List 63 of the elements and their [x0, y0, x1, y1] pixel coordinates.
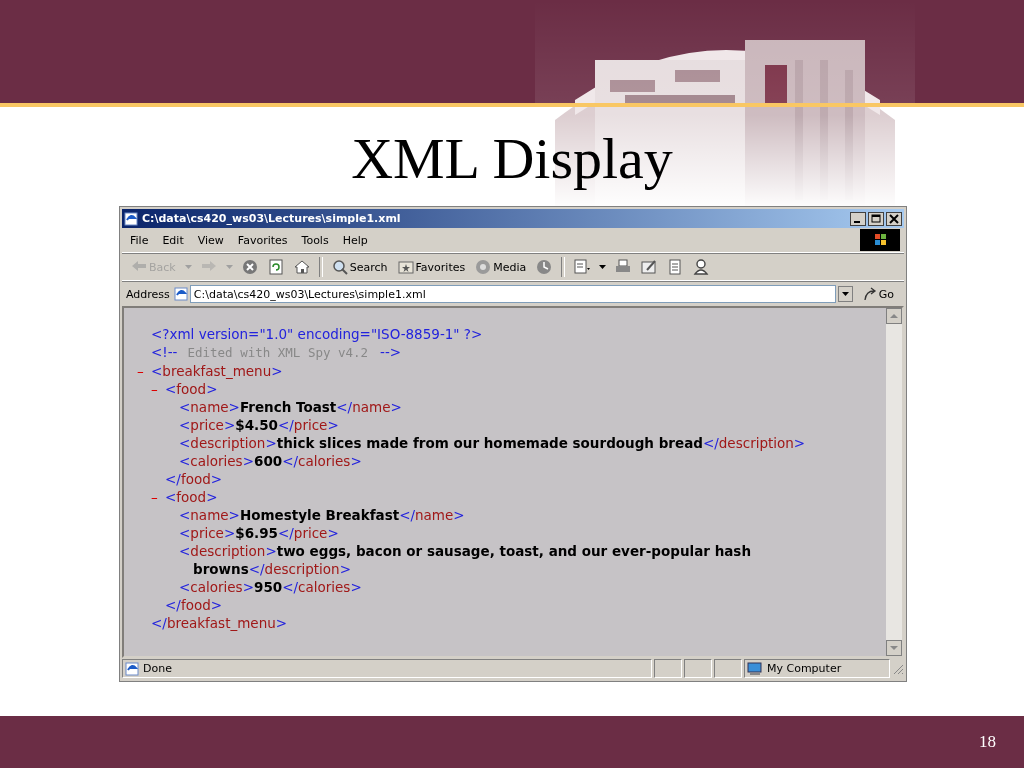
window-title: C:\data\cs420_ws03\Lectures\simple1.xml: [142, 212, 402, 225]
xml-element-line: <description>two eggs, bacon or sausage, toast, and our ever-popular hash browns</description>: [179, 543, 751, 577]
status-pane: [714, 659, 742, 678]
xml-element-line: <price>$4.50</price>: [179, 417, 339, 433]
xml-tag: <breakfast_menu>: [151, 363, 283, 379]
menu-item[interactable]: Tools: [293, 233, 335, 247]
star-folder-icon: [397, 259, 414, 275]
flag-logo-icon: [860, 229, 900, 251]
dropdown-button[interactable]: [837, 286, 853, 302]
go-arrow-icon: [862, 287, 877, 301]
menu-item[interactable]: Edit: [154, 233, 190, 247]
xml-tag: <food>: [165, 489, 218, 505]
menu-item[interactable]: View: [189, 233, 230, 247]
xml-comment: <!-- Edited with XML Spy v4.2 -->: [151, 344, 402, 360]
refresh-icon[interactable]: [267, 259, 284, 275]
status-pane: [654, 659, 682, 678]
xml-tag: </breakfast_menu>: [151, 615, 288, 631]
maximize-button[interactable]: [868, 211, 884, 226]
menu-item[interactable]: Favorites: [229, 233, 294, 247]
zone-text: My Computer: [767, 662, 842, 675]
stop-icon[interactable]: [241, 259, 258, 275]
xml-element-line: <description>thick slices made from our homemade sourdough bread</description>: [179, 435, 806, 451]
close-button[interactable]: [886, 211, 902, 226]
xml-tag: </food>: [165, 471, 223, 487]
page-icon: [124, 211, 138, 226]
search-icon: [331, 259, 348, 275]
xml-tag: </food>: [165, 597, 223, 613]
go-button[interactable]: Go: [856, 287, 900, 301]
address-label: Address: [126, 287, 170, 301]
favorites-button[interactable]: Favorites: [394, 259, 469, 275]
status-text: Done: [143, 662, 172, 675]
scrollbar[interactable]: [886, 308, 902, 656]
menu-item[interactable]: Help: [334, 233, 374, 247]
xml-element-line: <calories>600</calories>: [179, 453, 362, 469]
scroll-up-button[interactable]: [886, 308, 902, 324]
printer-icon[interactable]: [615, 259, 632, 275]
page-icon[interactable]: [667, 259, 684, 275]
xml-element-line: <name>Homestyle Breakfast</name>: [179, 507, 465, 523]
page-icon: [173, 287, 188, 301]
person-icon[interactable]: [693, 259, 710, 275]
clock-icon[interactable]: [536, 259, 553, 275]
home-icon[interactable]: [293, 259, 310, 275]
disc-icon: [475, 259, 492, 275]
page-number: 18: [979, 732, 996, 752]
xml-element-line: <name>French Toast</name>: [179, 399, 402, 415]
scroll-down-button[interactable]: [886, 640, 902, 656]
media-button[interactable]: Media: [472, 259, 530, 275]
resize-grip-icon: [892, 662, 904, 675]
minimize-button[interactable]: [850, 211, 866, 226]
search-button[interactable]: Search: [328, 259, 391, 275]
address-field[interactable]: C:\data\cs420_ws03\Lectures\simple1.xml: [189, 285, 836, 303]
xml-element-line: <price>$6.95</price>: [179, 525, 339, 541]
page-icon: [125, 661, 139, 676]
slide-title: XML Display: [351, 127, 673, 191]
xml-tag: <food>: [165, 381, 218, 397]
xml-declaration: <?xml version="1.0" encoding="ISO-8859-1" ?>: [151, 326, 483, 342]
edit-icon[interactable]: [641, 259, 658, 275]
xml-element-line: <calories>950</calories>: [179, 579, 362, 595]
caret-icon[interactable]: [599, 265, 607, 269]
menu-item[interactable]: File: [122, 233, 155, 247]
computer-icon: [747, 661, 763, 676]
document-icon[interactable]: [574, 259, 591, 275]
status-pane: [684, 659, 712, 678]
